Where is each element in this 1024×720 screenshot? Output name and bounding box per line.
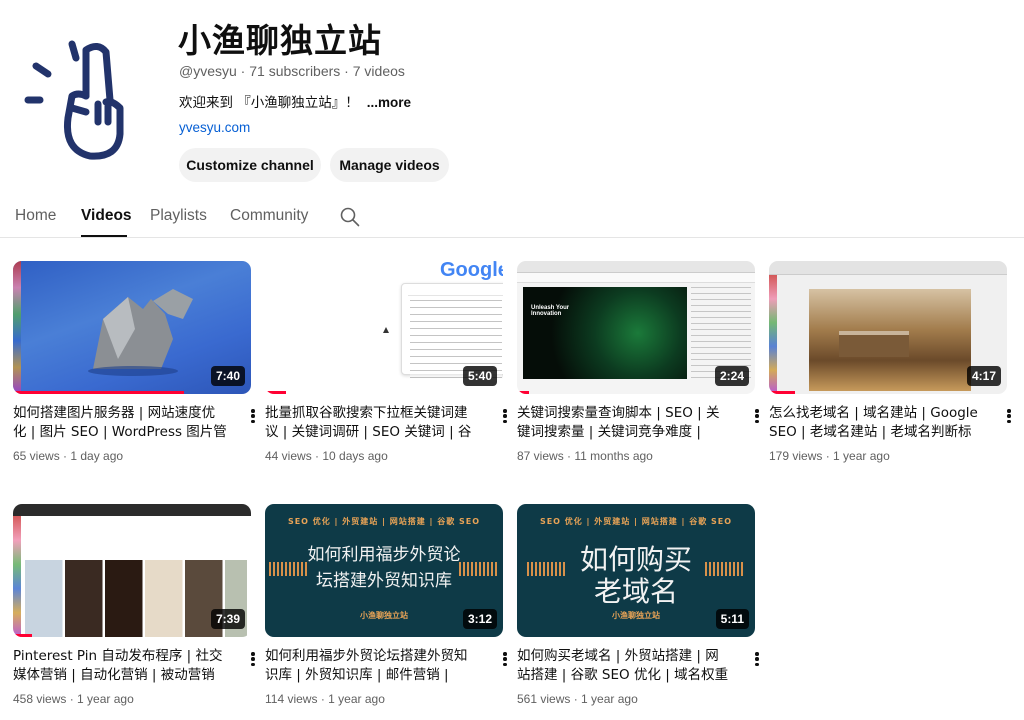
stats-separator: · — [66, 692, 78, 706]
meta-separator: · — [340, 63, 353, 79]
tab-playlists[interactable]: Playlists — [150, 207, 207, 225]
search-icon[interactable] — [340, 207, 360, 227]
video-stats: 65 views · 1 day ago — [13, 449, 123, 463]
video-title[interactable]: 如何搭建图片服务器 | 网站速度优化 | 图片 SEO | WordPress … — [13, 404, 228, 442]
channel-name: 小渔聊独立站 — [178, 21, 382, 60]
more-vert-icon[interactable] — [245, 407, 261, 425]
stats-separator: · — [563, 449, 575, 463]
channel-meta: @yvesyu · 71 subscribers · 7 videos — [179, 63, 405, 79]
thumbnail-tag: SEO 优化 | 外贸建站 | 网站搭建 | 谷歌 SEO — [287, 517, 481, 526]
video-stats: 87 views · 11 months ago — [517, 449, 653, 463]
subscriber-count: 71 subscribers — [249, 63, 341, 79]
stats-separator: · — [311, 449, 323, 463]
channel-handle: @yvesyu — [179, 63, 237, 79]
upload-age: 1 year ago — [328, 692, 385, 706]
video-stats: 458 views · 1 year ago — [13, 692, 134, 706]
video-duration: 7:40 — [210, 366, 245, 386]
tab-home[interactable]: Home — [15, 207, 56, 225]
video-thumbnail[interactable]: SEO 优化 | 外贸建站 | 网站搭建 | 谷歌 SEO 如何利用福步外贸论 … — [265, 504, 503, 637]
stats-separator: · — [570, 692, 582, 706]
video-title[interactable]: 如何购买老域名 | 外贸站搭建 | 网站搭建 | 谷歌 SEO 优化 | 域名权… — [517, 647, 732, 685]
view-count: 87 views — [517, 449, 564, 463]
channel-avatar[interactable] — [20, 38, 130, 166]
channel-description[interactable]: 欢迎来到 『小渔聊独立站』！ ...more — [179, 91, 411, 111]
stats-separator: · — [59, 449, 71, 463]
view-count: 561 views — [517, 692, 571, 706]
upload-age: 1 year ago — [833, 449, 890, 463]
raised-finger-logo-icon — [24, 40, 124, 160]
video-title[interactable]: Pinterest Pin 自动发布程序 | 社交媒体营销 | 自动化营销 | … — [13, 647, 228, 685]
upload-age: 10 days ago — [322, 449, 388, 463]
video-stats: 561 views · 1 year ago — [517, 692, 638, 706]
video-duration: 5:40 — [462, 366, 497, 386]
watch-progress — [769, 391, 796, 394]
video-stats: 44 views · 10 days ago — [265, 449, 388, 463]
meta-separator: · — [236, 63, 250, 79]
tab-community[interactable]: Community — [230, 207, 308, 225]
more-vert-icon[interactable] — [749, 650, 765, 668]
more-vert-icon[interactable] — [497, 650, 513, 668]
stats-separator: · — [822, 449, 834, 463]
video-thumbnail[interactable]: SEO 优化 | 外贸建站 | 网站搭建 | 谷歌 SEO 如何购买 老域名 小… — [517, 504, 755, 637]
more-vert-icon[interactable] — [1001, 407, 1017, 425]
tab-videos[interactable]: Videos — [81, 207, 132, 225]
view-count: 458 views — [13, 692, 67, 706]
view-count: 65 views — [13, 449, 60, 463]
video-duration: 2:24 — [714, 366, 749, 386]
watch-progress — [13, 391, 185, 394]
video-title[interactable]: 怎么找老域名 | 域名建站 | Google SEO | 老域名建站 | 老域名… — [769, 404, 984, 442]
view-count: 114 views — [265, 692, 318, 706]
video-title[interactable]: 如何利用福步外贸论坛搭建外贸知识库 | 外贸知识库 | 邮件营销 | Cold.… — [265, 647, 480, 685]
video-thumbnail[interactable]: 7:39 — [13, 504, 251, 637]
video-stats: 179 views · 1 year ago — [769, 449, 890, 463]
watch-progress — [13, 634, 33, 637]
more-vert-icon[interactable] — [497, 407, 513, 425]
video-title[interactable]: 关键词搜索量查询脚本 | SEO | 关键词搜索量 | 关键词竞争难度 | Ju… — [517, 404, 732, 442]
video-stats: 114 views · 1 year ago — [265, 692, 385, 706]
view-count: 179 views — [769, 449, 823, 463]
upload-age: 1 year ago — [581, 692, 638, 706]
stats-separator: · — [317, 692, 329, 706]
video-duration: 3:12 — [462, 609, 497, 629]
thumbnail-headline-2: 老域名 — [593, 575, 678, 608]
more-link[interactable]: ...more — [367, 95, 411, 110]
upload-age: 11 months ago — [574, 449, 653, 463]
video-duration: 5:11 — [715, 609, 749, 629]
manage-videos-button[interactable]: Manage videos — [330, 148, 449, 182]
view-count: 44 views — [265, 449, 312, 463]
video-title[interactable]: 批量抓取谷歌搜索下拉框关键词建议 | 关键词调研 | SEO 关键词 | 谷歌下… — [265, 404, 480, 442]
watch-progress — [265, 391, 287, 394]
upload-age: 1 day ago — [70, 449, 124, 463]
thumbnail-art-text: Unleash Your Innovation — [531, 305, 570, 317]
video-duration: 4:17 — [966, 366, 1001, 386]
channel-tabs: Home Videos Playlists Community — [0, 196, 1024, 238]
video-thumbnail[interactable]: 4:17 — [769, 261, 1007, 394]
upload-age: 1 year ago — [77, 692, 134, 706]
video-thumbnail[interactable]: Google 5:40 — [265, 261, 503, 394]
video-count: 7 videos — [352, 63, 405, 79]
video-duration: 7:39 — [210, 609, 245, 629]
more-vert-icon[interactable] — [749, 407, 765, 425]
video-thumbnail[interactable]: Unleash Your Innovation 2:24 — [517, 261, 755, 394]
active-tab-indicator — [81, 235, 127, 237]
google-logo-art: Google — [440, 261, 503, 281]
thumbnail-tag: SEO 优化 | 外贸建站 | 网站搭建 | 谷歌 SEO — [539, 517, 733, 526]
description-text: 欢迎来到 『小渔聊独立站』！ — [179, 95, 359, 111]
channel-link[interactable]: yvesyu.com — [179, 120, 250, 135]
customize-channel-button[interactable]: Customize channel — [179, 148, 321, 182]
watch-progress — [517, 391, 529, 394]
more-vert-icon[interactable] — [245, 650, 261, 668]
video-thumbnail[interactable]: 7:40 — [13, 261, 251, 394]
